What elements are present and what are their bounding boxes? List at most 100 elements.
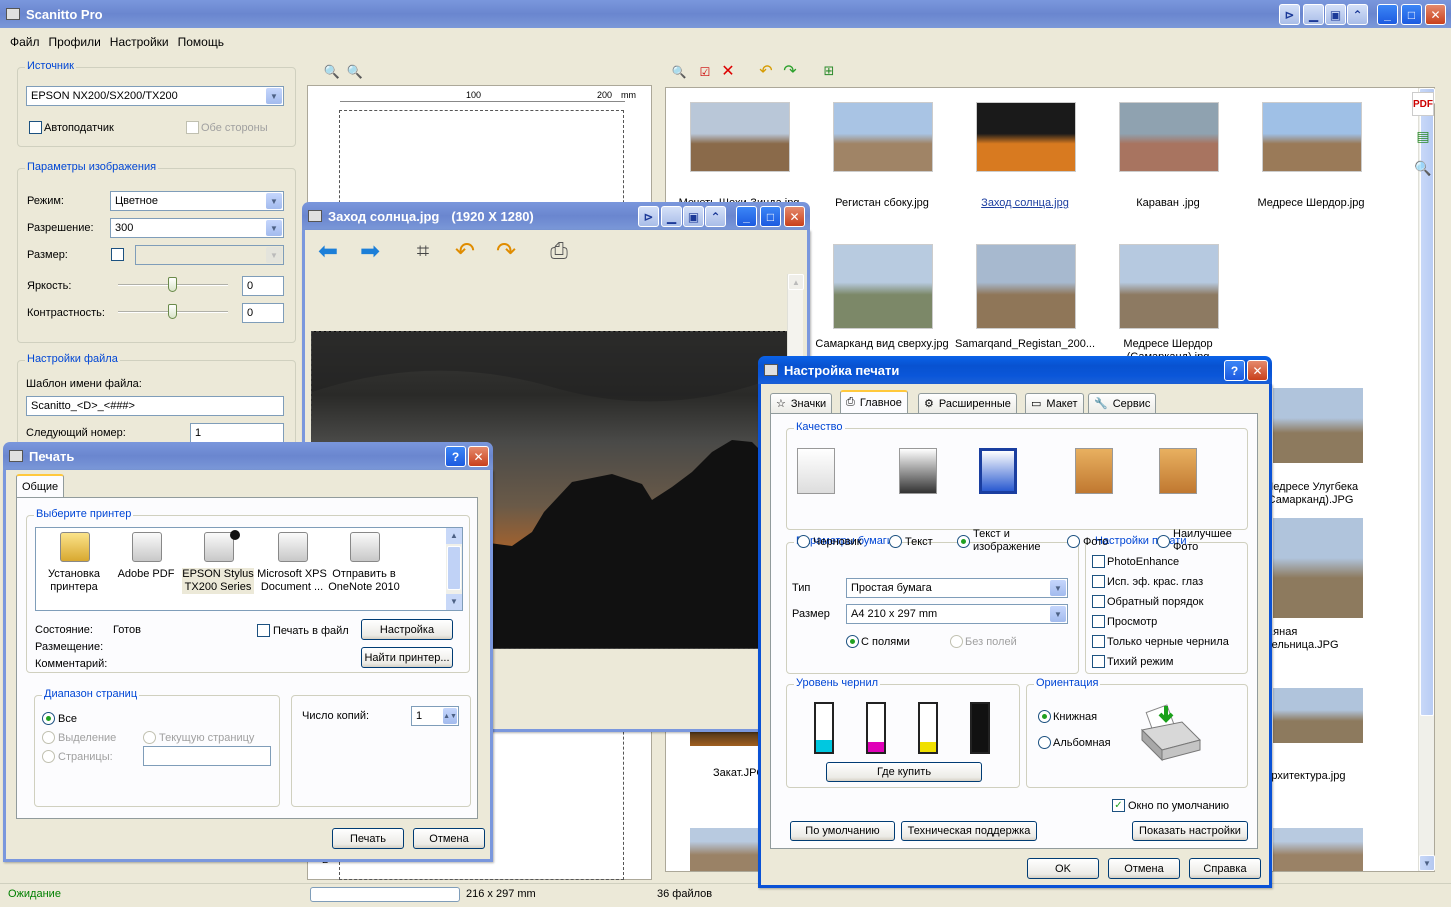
scroll-up-icon[interactable]: ▲ (446, 528, 462, 544)
current-page-radio[interactable] (143, 731, 156, 744)
print-button[interactable]: Печать (332, 828, 404, 849)
rotate-right-icon[interactable]: ↷ (492, 238, 520, 265)
minimize-button[interactable]: _ (736, 206, 757, 227)
quality-4-icon[interactable] (1159, 448, 1197, 494)
size-select[interactable]: ▼ (135, 245, 284, 265)
menu-file[interactable]: Файл (10, 35, 40, 49)
selection-radio[interactable] (42, 731, 55, 744)
menu-profiles[interactable]: Профили (49, 35, 101, 49)
pin-icon[interactable]: ⊳ (1279, 4, 1300, 25)
brightness-input[interactable]: 0 (242, 276, 284, 296)
thumbnail-image[interactable] (1273, 518, 1363, 618)
landscape-radio[interactable] (1038, 736, 1051, 749)
print-option-checkbox[interactable] (1092, 635, 1105, 648)
zoom-out-icon[interactable]: 🔍 (346, 63, 364, 81)
quality-2-icon[interactable] (979, 448, 1017, 494)
quality-radio[interactable] (797, 535, 810, 548)
rollup-icon[interactable]: ⌃ (1347, 4, 1368, 25)
rotate-left-icon[interactable]: ↶ (451, 238, 479, 265)
no-margins-radio[interactable] (950, 635, 963, 648)
tab-advanced[interactable]: ⚙ Расширенные (918, 393, 1017, 413)
close-button[interactable]: ✕ (784, 206, 805, 227)
minimize-tray-icon[interactable]: ▁ (1303, 4, 1324, 25)
spinner-icon[interactable]: ▲▼ (443, 708, 457, 724)
find-printer-button[interactable]: Найти принтер... (361, 647, 453, 668)
thumbnail-caption[interactable]: Архитектура.jpg (1264, 770, 1374, 783)
printer-item[interactable]: Adobe PDF (110, 530, 182, 610)
close-button[interactable]: ✕ (468, 446, 489, 467)
thumbnail-image[interactable] (1273, 688, 1363, 743)
print-option-checkbox[interactable] (1092, 595, 1105, 608)
thumbnail-image[interactable] (1119, 102, 1219, 172)
show-settings-button[interactable]: Показать настройки (1132, 821, 1248, 841)
thumbnail-image[interactable] (1273, 828, 1363, 871)
preview-icon[interactable]: 🔍 (1412, 156, 1434, 180)
mode-select[interactable]: Цветное ▼ (110, 191, 284, 211)
copies-input[interactable]: 1 ▲▼ (411, 706, 459, 726)
printer-list[interactable]: Установка принтера Adobe PDF EPSON Stylus … (35, 527, 463, 611)
zoom-in-icon[interactable]: 🔍 (323, 63, 341, 81)
prev-arrow-icon[interactable]: ⬅ (313, 238, 343, 265)
resolution-select[interactable]: 300 ▼ (110, 218, 284, 238)
printer-list-scrollbar[interactable]: ▲ ▼ (446, 528, 462, 610)
export-icon[interactable]: ▤ (1412, 124, 1434, 148)
pages-input[interactable] (143, 746, 271, 766)
close-button[interactable]: ✕ (1247, 360, 1268, 381)
pin-icon[interactable]: ⊳ (638, 206, 659, 227)
crop-icon[interactable]: ⌗ (409, 238, 437, 264)
scroll-down-icon[interactable]: ▼ (1419, 855, 1435, 871)
portrait-radio[interactable] (1038, 710, 1051, 723)
thumbnail-caption[interactable]: Медресе Шердор.jpg (1241, 197, 1381, 209)
color-icon[interactable]: ▣ (683, 206, 704, 227)
thumbnail-caption[interactable]: Караван .jpg (1098, 197, 1238, 209)
next-arrow-icon[interactable]: ➡ (355, 238, 385, 265)
where-to-buy-button[interactable]: Где купить (826, 762, 982, 782)
cancel-button[interactable]: Отмена (1108, 858, 1180, 879)
thumbnail-image[interactable] (690, 102, 790, 172)
thumbnail-caption[interactable]: Самарканд вид сверху.jpg (812, 338, 952, 350)
thumbnail-image[interactable] (1262, 102, 1362, 172)
add-page-icon[interactable]: ⊞ (820, 62, 838, 80)
scroll-thumb[interactable] (1420, 106, 1434, 716)
print-option-checkbox[interactable] (1092, 575, 1105, 588)
maximize-button[interactable]: □ (1401, 4, 1422, 25)
print-option-checkbox[interactable] (1092, 655, 1105, 668)
defaults-button[interactable]: По умолчанию (790, 821, 895, 841)
close-button[interactable]: ✕ (1425, 4, 1446, 25)
setup-button[interactable]: Настройка (361, 619, 453, 640)
thumbnail-caption[interactable]: Заход солнца.jpg (955, 197, 1095, 209)
help-button[interactable]: ? (445, 446, 466, 467)
menu-settings[interactable]: Настройки (110, 35, 169, 49)
tab-service[interactable]: 🔧 Сервис (1088, 393, 1157, 413)
thumbnail-image[interactable] (976, 244, 1076, 329)
printer-item[interactable]: Microsoft XPS Document ... (256, 530, 328, 610)
paper-size-select[interactable]: A4 210 x 297 mm ▼ (846, 604, 1068, 624)
edit-icon[interactable]: ☑ (696, 63, 714, 81)
undo-icon[interactable]: ↶ (757, 62, 775, 80)
quality-3-icon[interactable] (1075, 448, 1113, 494)
contrast-thumb[interactable] (168, 304, 177, 319)
thumbnail-caption[interactable]: Регистан сбоку.jpg (812, 197, 952, 209)
thumbnail-image[interactable] (833, 244, 933, 329)
with-margins-radio[interactable] (846, 635, 859, 648)
default-window-checkbox[interactable]: ✓ (1112, 799, 1125, 812)
minimize-tray-icon[interactable]: ▁ (661, 206, 682, 227)
quality-0-icon[interactable] (797, 448, 835, 494)
thumbs-scrollbar[interactable]: ▲ ▼ (1418, 88, 1435, 871)
minimize-button[interactable]: _ (1377, 4, 1398, 25)
thumbnail-image[interactable] (976, 102, 1076, 172)
print-option-checkbox[interactable] (1092, 615, 1105, 628)
scroll-thumb[interactable] (447, 546, 461, 590)
printer-icon[interactable]: ⎙ (544, 238, 574, 264)
color-icon[interactable]: ▣ (1325, 4, 1346, 25)
delete-icon[interactable]: ✕ (719, 62, 737, 80)
thumbnail-caption[interactable]: ...яная мельница.JPG (1264, 626, 1374, 652)
quality-radio[interactable] (1067, 535, 1080, 548)
thumbnail-image[interactable] (833, 102, 933, 172)
paper-type-select[interactable]: Простая бумага ▼ (846, 578, 1068, 598)
help-dialog-button[interactable]: Справка (1189, 858, 1261, 879)
rollup-icon[interactable]: ⌃ (705, 206, 726, 227)
brightness-thumb[interactable] (168, 277, 177, 292)
contrast-input[interactable]: 0 (242, 303, 284, 323)
menu-help[interactable]: Помощь (178, 35, 224, 49)
